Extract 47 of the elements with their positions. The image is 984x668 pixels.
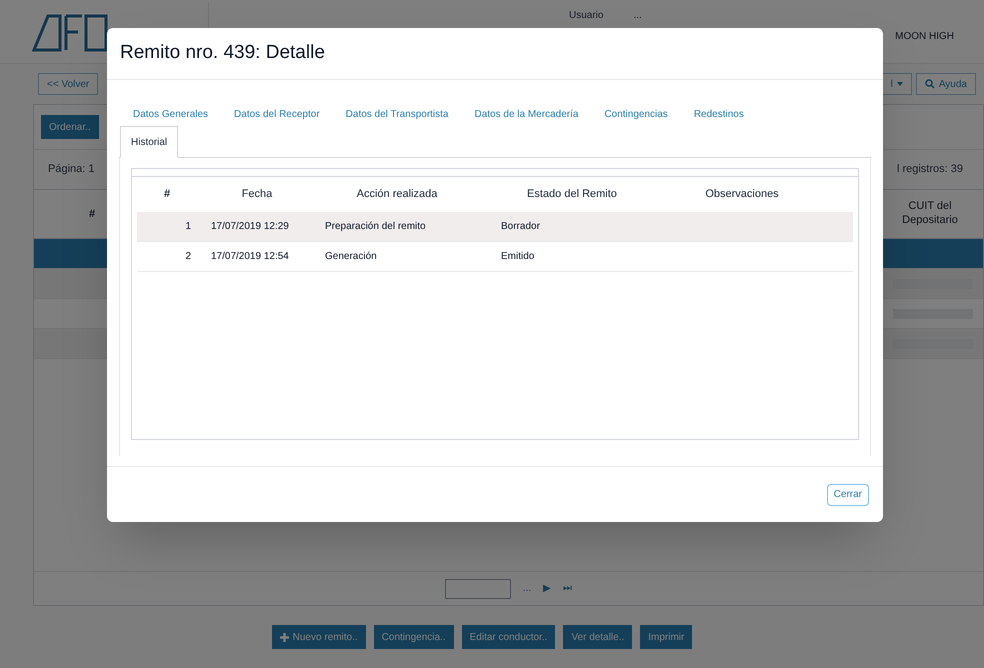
table-cell-text: Generación [324, 250, 378, 264]
tab[interactable]: Datos Generales [133, 106, 208, 122]
tab[interactable]: Datos de la Mercadería [474, 106, 578, 122]
table-cell-text: 2 [184, 250, 192, 264]
table-row[interactable]: 1 17/07/2019 12:29 Preparación del remito Borrador [137, 212, 853, 242]
back-button[interactable]: << Volver [38, 73, 98, 95]
toolbar-button[interactable]: Imprimir [640, 625, 692, 649]
table-cell-text: 17/07/2019 12:54 [210, 250, 290, 264]
column-header: # [89, 206, 96, 222]
tab[interactable]: Datos del Transportista [346, 106, 448, 122]
table-cell-text: Borrador [500, 220, 541, 234]
tab[interactable]: Historial [120, 126, 178, 158]
close-button[interactable]: Cerrar [826, 484, 869, 506]
caret-icon [896, 82, 903, 86]
company-name: MOON HIGH [895, 30, 954, 44]
logo-icon [32, 12, 108, 52]
plus-icon [280, 632, 289, 642]
more-button[interactable]: ... [522, 581, 532, 596]
search-icon [924, 79, 935, 89]
table-cell-text: Emitido [500, 250, 536, 264]
column-header: # [162, 187, 172, 202]
sort-button[interactable]: Ordenar.. [41, 115, 99, 139]
help-button[interactable]: Ayuda [916, 73, 976, 95]
menu-button[interactable]: l [882, 73, 912, 95]
toolbar-button[interactable]: Ver detalle.. [563, 625, 632, 649]
tab[interactable]: Datos del Receptor [234, 106, 320, 122]
dialog-title: Remito nro. 439: Detalle [120, 41, 325, 66]
last-page-button[interactable]: ⏭ [563, 581, 572, 596]
next-page-button[interactable]: ▶ [543, 581, 552, 596]
table-cell-text: 17/07/2019 12:29 [210, 220, 290, 234]
tab[interactable]: Redestinos [694, 106, 744, 122]
toolbar-button[interactable]: Contingencia.. [374, 625, 454, 649]
column-header: CUIT del Depositario [901, 200, 959, 228]
column-header: Acción realizada [356, 187, 438, 202]
column-header: Observaciones [704, 187, 780, 202]
column-header: Fecha [240, 187, 274, 202]
table-cell-text: Preparación del remito [324, 220, 427, 234]
user-value: ... [633, 9, 642, 23]
user-label: Usuario [569, 9, 604, 23]
tab[interactable]: Contingencias [604, 106, 668, 122]
page-label: Página: 1 [48, 162, 94, 178]
total-label: l registros: 39 [896, 162, 963, 178]
table-cell-text: 1 [184, 220, 192, 234]
toolbar-button[interactable]: Editar conductor.. [462, 625, 556, 649]
page-input[interactable] [444, 578, 511, 598]
toolbar-button[interactable]: Nuevo remito.. [272, 625, 366, 649]
column-header: Estado del Remito [526, 187, 618, 202]
